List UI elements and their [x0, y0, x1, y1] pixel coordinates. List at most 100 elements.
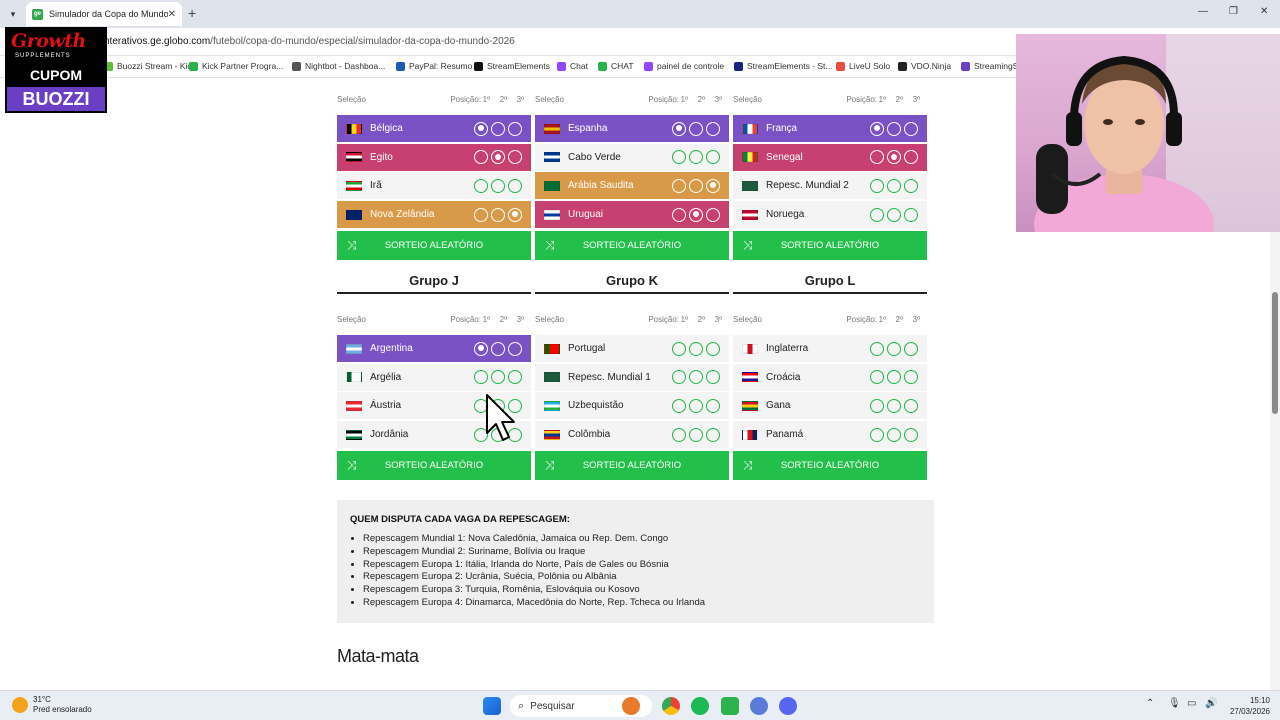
- team-row[interactable]: Espanha: [535, 115, 729, 142]
- browser-tab[interactable]: ge Simulador da Copa do Mundo ✕: [26, 2, 182, 26]
- position-2-radio[interactable]: [491, 207, 505, 222]
- position-2-radio[interactable]: [887, 150, 901, 165]
- position-3-radio[interactable]: [706, 207, 720, 222]
- position-2-radio[interactable]: [689, 370, 703, 385]
- team-row[interactable]: Gana: [733, 392, 927, 420]
- position-1-radio[interactable]: [474, 121, 488, 136]
- position-1-radio[interactable]: [870, 427, 884, 442]
- microphone-icon[interactable]: 🎙: [1168, 698, 1181, 709]
- position-1-radio[interactable]: [870, 398, 884, 413]
- streaming-app-icon[interactable]: [721, 697, 739, 715]
- position-2-radio[interactable]: [887, 341, 901, 356]
- taskbar-clock[interactable]: 15:10 27/03/2026: [1230, 695, 1270, 717]
- team-row[interactable]: Croácia: [733, 363, 927, 391]
- position-1-radio[interactable]: [672, 121, 686, 136]
- position-1-radio[interactable]: [474, 370, 488, 385]
- tray-chevron-icon[interactable]: ⌃: [1146, 698, 1154, 709]
- team-row[interactable]: Repesc. Mundial 1: [535, 363, 729, 391]
- position-3-radio[interactable]: [904, 370, 918, 385]
- bookmark-item[interactable]: StreamElements: [474, 61, 550, 71]
- position-1-radio[interactable]: [474, 341, 488, 356]
- team-row[interactable]: Cabo Verde: [535, 143, 729, 171]
- position-2-radio[interactable]: [689, 427, 703, 442]
- search-highlight-icon[interactable]: [622, 697, 640, 715]
- team-row[interactable]: Bélgica: [337, 115, 531, 142]
- position-3-radio[interactable]: [706, 150, 720, 165]
- position-2-radio[interactable]: [689, 207, 703, 222]
- windows-start-icon[interactable]: [483, 697, 501, 715]
- bookmark-item[interactable]: StreamingS: [961, 61, 1018, 71]
- team-row[interactable]: Uruguai: [535, 201, 729, 229]
- position-3-radio[interactable]: [508, 207, 522, 222]
- position-2-radio[interactable]: [491, 150, 505, 165]
- position-1-radio[interactable]: [870, 178, 884, 193]
- random-draw-button[interactable]: ⤨ SORTEIO ALEATÓRIO: [733, 451, 927, 481]
- position-1-radio[interactable]: [672, 370, 686, 385]
- position-1-radio[interactable]: [474, 207, 488, 222]
- team-row[interactable]: Noruega: [733, 201, 927, 229]
- discord-icon[interactable]: [779, 697, 797, 715]
- position-2-radio[interactable]: [689, 150, 703, 165]
- bookmark-item[interactable]: PayPal: Resumo: [396, 61, 472, 71]
- position-3-radio[interactable]: [904, 207, 918, 222]
- bookmark-item[interactable]: CHAT: [598, 61, 634, 71]
- team-row[interactable]: Repesc. Mundial 2: [733, 172, 927, 200]
- tab-close-icon[interactable]: ✕: [168, 9, 176, 20]
- position-2-radio[interactable]: [887, 178, 901, 193]
- position-3-radio[interactable]: [904, 427, 918, 442]
- position-2-radio[interactable]: [491, 178, 505, 193]
- position-2-radio[interactable]: [887, 121, 901, 136]
- team-row[interactable]: Uzbequistão: [535, 392, 729, 420]
- position-1-radio[interactable]: [870, 370, 884, 385]
- position-3-radio[interactable]: [706, 398, 720, 413]
- scrollbar-thumb[interactable]: [1272, 292, 1278, 414]
- volume-icon[interactable]: 🔊: [1205, 698, 1217, 709]
- position-1-radio[interactable]: [474, 150, 488, 165]
- position-1-radio[interactable]: [672, 398, 686, 413]
- spotify-icon[interactable]: [691, 697, 709, 715]
- chrome-icon[interactable]: [662, 697, 680, 715]
- position-3-radio[interactable]: [508, 150, 522, 165]
- bookmark-item[interactable]: VDO.Ninja: [898, 61, 951, 71]
- position-3-radio[interactable]: [508, 341, 522, 356]
- window-close-icon[interactable]: ✕: [1260, 6, 1268, 17]
- random-draw-button[interactable]: ⤨ SORTEIO ALEATÓRIO: [535, 231, 729, 261]
- position-2-radio[interactable]: [887, 427, 901, 442]
- position-1-radio[interactable]: [672, 427, 686, 442]
- position-3-radio[interactable]: [706, 341, 720, 356]
- position-3-radio[interactable]: [508, 178, 522, 193]
- team-row[interactable]: Portugal: [535, 335, 729, 362]
- position-3-radio[interactable]: [706, 121, 720, 136]
- restore-icon[interactable]: ❐: [1229, 6, 1238, 17]
- bookmark-item[interactable]: Buozzi Stream - Kic...: [104, 61, 199, 71]
- position-3-radio[interactable]: [508, 370, 522, 385]
- position-1-radio[interactable]: [672, 150, 686, 165]
- position-2-radio[interactable]: [491, 370, 505, 385]
- random-draw-button[interactable]: ⤨ SORTEIO ALEATÓRIO: [337, 451, 531, 481]
- position-2-radio[interactable]: [689, 121, 703, 136]
- position-2-radio[interactable]: [887, 398, 901, 413]
- position-2-radio[interactable]: [887, 370, 901, 385]
- url-text[interactable]: nterativos.ge.globo.com/futebol/copa-do-…: [104, 36, 515, 47]
- position-3-radio[interactable]: [508, 121, 522, 136]
- team-row[interactable]: Egito: [337, 143, 531, 171]
- weather-widget[interactable]: 31°C Pred ensolarado: [12, 695, 92, 715]
- position-3-radio[interactable]: [904, 341, 918, 356]
- position-3-radio[interactable]: [706, 178, 720, 193]
- position-1-radio[interactable]: [870, 207, 884, 222]
- position-2-radio[interactable]: [887, 207, 901, 222]
- position-3-radio[interactable]: [904, 178, 918, 193]
- position-1-radio[interactable]: [870, 150, 884, 165]
- position-3-radio[interactable]: [904, 121, 918, 136]
- position-2-radio[interactable]: [689, 398, 703, 413]
- team-row[interactable]: Irã: [337, 172, 531, 200]
- team-row[interactable]: Argentina: [337, 335, 531, 362]
- position-3-radio[interactable]: [706, 370, 720, 385]
- position-3-radio[interactable]: [904, 398, 918, 413]
- position-1-radio[interactable]: [474, 178, 488, 193]
- position-2-radio[interactable]: [491, 341, 505, 356]
- position-2-radio[interactable]: [689, 178, 703, 193]
- position-3-radio[interactable]: [706, 427, 720, 442]
- bookmark-item[interactable]: LiveU Solo: [836, 61, 890, 71]
- team-row[interactable]: Colômbia: [535, 421, 729, 449]
